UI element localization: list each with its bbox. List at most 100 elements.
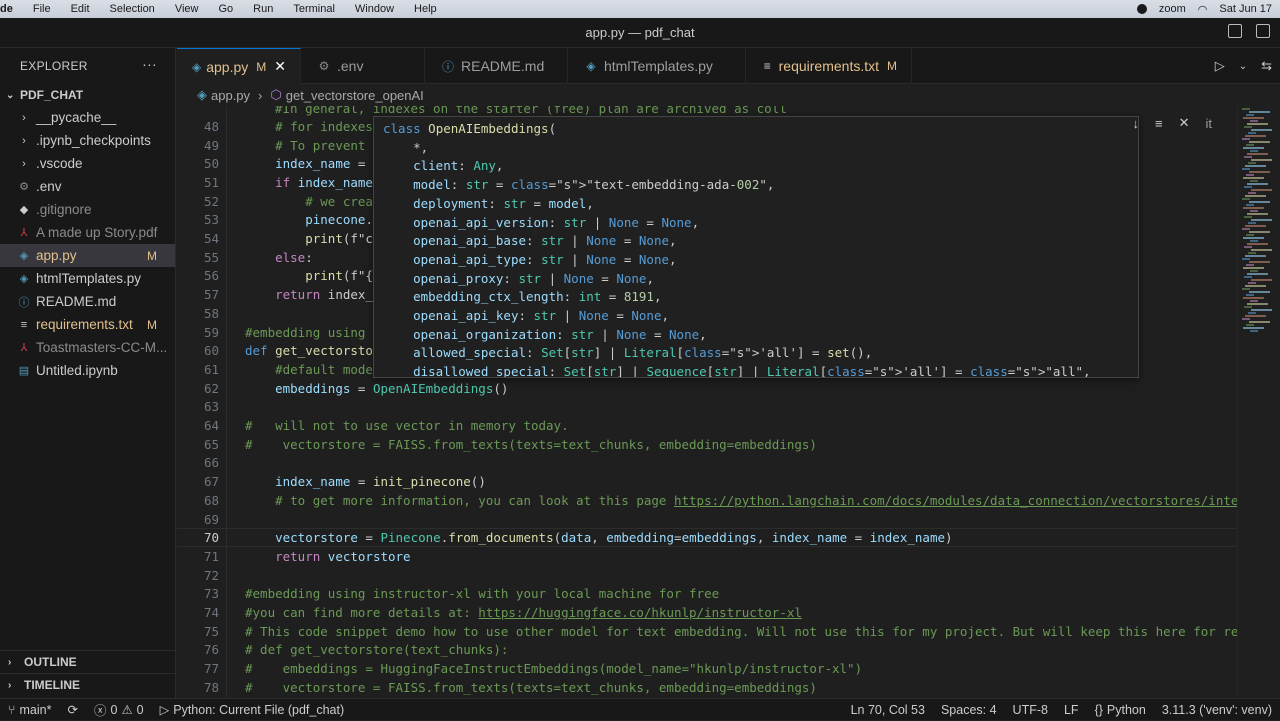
code-line: 63 xyxy=(177,398,219,417)
code-line: 60 def get_vectorsto xyxy=(177,341,373,360)
breadcrumb-file[interactable]: app.py xyxy=(211,88,250,103)
tree-item[interactable]: ▤ Untitled.ipynb xyxy=(0,359,175,382)
minimap-line xyxy=(1249,171,1270,173)
timeline-section[interactable]: › TIMELINE xyxy=(0,673,176,696)
more-actions-icon[interactable]: ··· xyxy=(142,56,157,72)
line-number: 67 xyxy=(203,474,219,490)
tree-item[interactable]: ◈ app.py M xyxy=(0,244,175,267)
menu-selection[interactable]: Selection xyxy=(100,3,165,15)
outline-label: OUTLINE xyxy=(24,655,77,669)
code-text: if index_name xyxy=(275,174,373,190)
menu-window[interactable]: Window xyxy=(345,3,404,15)
menu-run[interactable]: Run xyxy=(243,3,283,15)
tree-item[interactable]: ◆ .gitignore xyxy=(0,198,175,221)
problems-status[interactable]: ⓧ 0 ⚠ 0 xyxy=(86,700,152,719)
encoding-status[interactable]: UTF-8 xyxy=(1005,703,1056,717)
app-menu[interactable]: de xyxy=(0,3,23,15)
toggle-sidebar-icon[interactable] xyxy=(1228,24,1242,38)
minimap-line xyxy=(1249,141,1270,143)
tree-item-label: .ipynb_checkpoints xyxy=(36,133,151,148)
cursor-position[interactable]: Ln 70, Col 53 xyxy=(843,703,933,717)
date-time[interactable]: Sat Jun 17 xyxy=(1219,3,1272,15)
compare-icon[interactable]: ⇆ xyxy=(1261,58,1272,74)
tree-item-label: __pycache__ xyxy=(36,110,117,125)
macos-menubar: de File Edit Selection View Go Run Terminal Win… xyxy=(0,0,1280,18)
code-text: embeddings = OpenAIEmbeddings() xyxy=(275,380,509,396)
minimap[interactable] xyxy=(1237,106,1280,698)
wifi-icon[interactable]: ◠ xyxy=(1198,3,1208,16)
tab-app-py[interactable]: ◈ app.py M ✕ xyxy=(177,48,301,84)
chevron-right-icon: › xyxy=(22,157,26,170)
menu-terminal[interactable]: Terminal xyxy=(283,3,345,15)
tab-env[interactable]: ⚙ .env xyxy=(301,48,425,84)
minimap-line xyxy=(1247,243,1268,245)
record-icon[interactable] xyxy=(1136,4,1147,14)
breadcrumb-symbol[interactable]: get_vectorstore_openAI xyxy=(286,88,424,103)
interpreter-status[interactable]: 3.11.3 ('venv': venv) xyxy=(1154,703,1280,717)
code-text: # vectorstore = FAISS.from_texts(texts=t… xyxy=(245,679,817,695)
function-icon: ⬡ xyxy=(270,87,282,102)
tree-item[interactable]: ◈ htmlTemplates.py xyxy=(0,267,175,290)
line-number: 68 xyxy=(203,492,219,508)
menu-edit[interactable]: Edit xyxy=(61,3,100,15)
chevron-down-icon[interactable]: ⌄ xyxy=(1239,61,1247,72)
code-text: # To prevent xyxy=(275,137,366,153)
minimap-line xyxy=(1245,315,1266,317)
close-icon[interactable]: ✕ xyxy=(1179,115,1190,131)
code-line: 50 index_name = xyxy=(177,154,366,173)
tree-item[interactable]: ⚙ .env xyxy=(0,175,175,198)
toggle-panel-icon[interactable] xyxy=(1256,24,1270,38)
toggle-selection-icon[interactable]: ≡ xyxy=(1155,116,1163,131)
minimap-line xyxy=(1251,309,1272,311)
eol-status[interactable]: LF xyxy=(1056,703,1087,717)
sync-status[interactable]: ⟳ xyxy=(59,702,85,717)
hover-signature-line: openai_api_base: str | None = None, xyxy=(413,233,677,249)
language-label: Python xyxy=(1106,703,1146,717)
code-line: 75 # This code snippet demo how to use ot… xyxy=(177,622,1237,641)
code-line: 56 print(f"{ xyxy=(177,267,373,286)
outline-section[interactable]: › OUTLINE xyxy=(0,650,176,673)
workspace-folder[interactable]: ⌄ PDF_CHAT xyxy=(0,84,175,106)
code-line: 54 print(f"c xyxy=(177,229,373,248)
minimap-line xyxy=(1250,300,1258,302)
hover-signature-line: openai_api_key: str | None = None, xyxy=(413,308,670,323)
tree-item-label: .env xyxy=(36,179,62,194)
menu-help[interactable]: Help xyxy=(404,3,447,15)
tree-item[interactable]: ⅄ Toastmasters-CC-M... xyxy=(0,336,175,359)
tab-requirements-txt[interactable]: ≡ requirements.txt M xyxy=(746,48,912,84)
language-status[interactable]: {} Python xyxy=(1087,703,1154,717)
hover-signature-line: embedding_ctx_length: int = 8191, xyxy=(413,289,662,305)
line-number: 56 xyxy=(203,268,219,284)
tree-item[interactable]: › .vscode xyxy=(0,152,175,175)
menu-file[interactable]: File xyxy=(23,3,61,15)
minimap-line xyxy=(1247,303,1268,305)
line-number: 77 xyxy=(203,661,219,677)
line-number: 69 xyxy=(203,511,219,527)
branch-status[interactable]: ⑂ main* xyxy=(0,703,59,717)
tree-item[interactable]: ⓘ README.md xyxy=(0,290,175,313)
minimap-line xyxy=(1251,189,1272,191)
menu-go[interactable]: Go xyxy=(208,3,243,15)
tab-readme-md[interactable]: ⓘ README.md xyxy=(425,48,568,84)
zoom-menu-label[interactable]: zoom xyxy=(1159,3,1186,15)
run-config-status[interactable]: ▷ Python: Current File (pdf_chat) xyxy=(152,702,353,718)
code-text: index_name = init_pinecone() xyxy=(275,474,486,490)
tab-htmltemplates-py[interactable]: ◈ htmlTemplates.py xyxy=(568,48,746,84)
arrow-down-icon[interactable]: ↓ xyxy=(1133,116,1140,131)
tree-item[interactable]: › __pycache__ xyxy=(0,106,175,129)
menu-view[interactable]: View xyxy=(165,3,209,15)
minimap-line xyxy=(1247,153,1268,155)
indentation-status[interactable]: Spaces: 4 xyxy=(933,703,1005,717)
code-text: #you can find more details at: https://h… xyxy=(245,605,802,621)
info-icon: ⓘ xyxy=(441,59,454,74)
tree-item[interactable]: ≡ requirements.txt M xyxy=(0,313,175,336)
run-icon[interactable]: ▷ xyxy=(1215,58,1225,74)
minimap-line xyxy=(1251,219,1272,221)
minimap-line xyxy=(1248,132,1256,134)
tree-item[interactable]: ⅄ A made up Story.pdf xyxy=(0,221,175,244)
code-text: vectorstore = Pinecone.from_documents(da… xyxy=(275,530,953,546)
tree-item[interactable]: › .ipynb_checkpoints xyxy=(0,129,175,152)
chevron-right-icon: › xyxy=(22,134,26,147)
close-icon[interactable]: ✕ xyxy=(274,58,286,75)
tree-item-label: app.py xyxy=(36,248,77,263)
